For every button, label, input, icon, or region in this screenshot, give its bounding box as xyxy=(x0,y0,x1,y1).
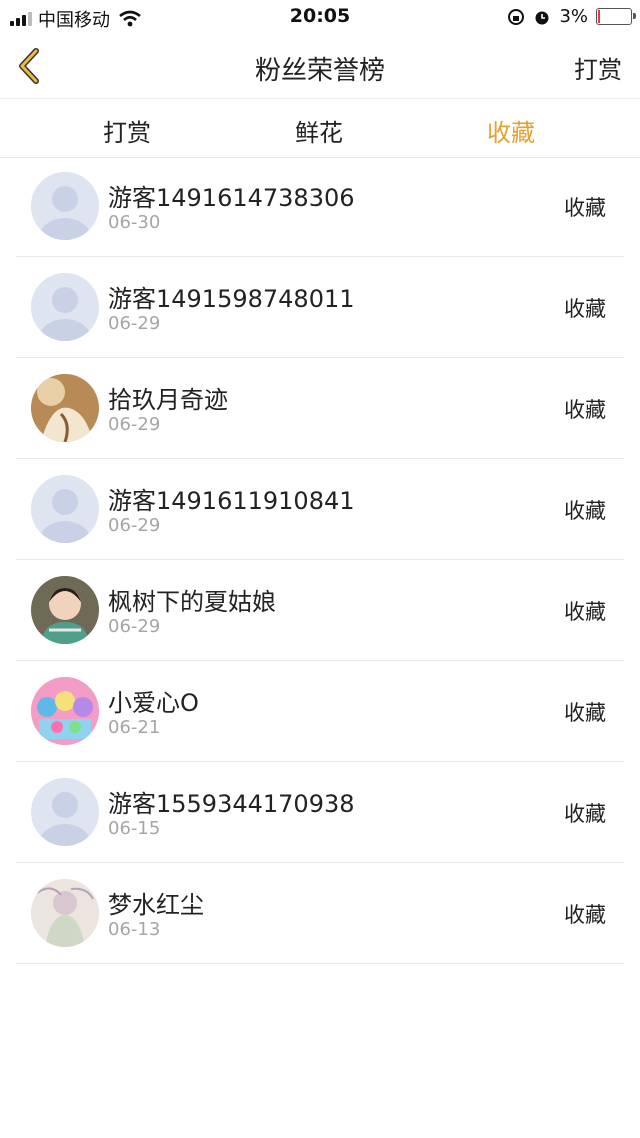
rotation-lock-icon xyxy=(508,8,525,25)
status-bar: 中国移动 20:05 3% xyxy=(0,0,640,34)
avatar xyxy=(31,576,99,644)
list-item[interactable]: 小爱心O 06-21 收藏 xyxy=(16,661,624,762)
fan-date: 06-15 xyxy=(108,818,161,839)
avatar xyxy=(31,879,99,947)
favorite-label: 收藏 xyxy=(564,600,606,624)
list-item[interactable]: 游客1491614738306 06-30 收藏 xyxy=(16,156,624,257)
favorite-label: 收藏 xyxy=(564,297,606,321)
favorite-label: 收藏 xyxy=(564,398,606,422)
tab-bar: 打赏 鲜花 收藏 xyxy=(0,98,640,158)
list-item[interactable]: 拾玖月奇迹 06-29 收藏 xyxy=(16,358,624,459)
default-user-icon xyxy=(31,172,99,240)
photo-avatar-image xyxy=(31,374,99,442)
fan-name: 游客1491611910841 xyxy=(108,487,355,515)
list-item[interactable]: 游客1559344170938 06-15 收藏 xyxy=(16,762,624,863)
avatar xyxy=(31,778,99,846)
fan-name: 游客1491598748011 xyxy=(108,285,355,313)
battery-icon xyxy=(596,8,636,25)
navigation-bar: 粉丝荣誉榜 打赏 xyxy=(0,34,640,98)
default-user-icon xyxy=(31,778,99,846)
avatar xyxy=(31,475,99,543)
fan-list: 游客1491614738306 06-30 收藏 游客1491598748011… xyxy=(0,156,640,964)
status-right: 3% xyxy=(507,6,636,27)
fan-name: 枫树下的夏姑娘 xyxy=(108,588,276,616)
fan-date: 06-30 xyxy=(108,212,161,233)
fan-date: 06-29 xyxy=(108,313,161,334)
tab-flowers[interactable]: 鲜花 xyxy=(295,113,343,148)
fan-name: 梦水红尘 xyxy=(108,891,204,919)
favorite-label: 收藏 xyxy=(564,499,606,523)
favorite-label: 收藏 xyxy=(564,196,606,220)
photo-avatar-image xyxy=(31,576,99,644)
fan-name: 拾玖月奇迹 xyxy=(108,386,228,414)
fan-name: 小爱心O xyxy=(108,689,199,717)
fan-date: 06-13 xyxy=(108,919,161,940)
fan-date: 06-21 xyxy=(108,717,161,738)
tab-favorites[interactable]: 收藏 xyxy=(487,113,535,148)
list-item[interactable]: 枫树下的夏姑娘 06-29 收藏 xyxy=(16,560,624,661)
page-title: 粉丝荣誉榜 xyxy=(254,56,385,86)
list-item[interactable]: 游客1491598748011 06-29 收藏 xyxy=(16,257,624,358)
reward-button[interactable]: 打赏 xyxy=(574,50,622,85)
default-user-icon xyxy=(31,475,99,543)
list-item[interactable]: 游客1491611910841 06-29 收藏 xyxy=(16,459,624,560)
avatar xyxy=(31,677,99,745)
photo-avatar-image xyxy=(31,879,99,947)
tab-reward[interactable]: 打赏 xyxy=(103,113,151,148)
alarm-icon xyxy=(535,11,549,24)
photo-avatar-image xyxy=(31,677,99,745)
list-item[interactable]: 梦水红尘 06-13 收藏 xyxy=(16,863,624,964)
default-user-icon xyxy=(31,273,99,341)
favorite-label: 收藏 xyxy=(564,903,606,927)
fan-name: 游客1491614738306 xyxy=(108,184,355,212)
favorite-label: 收藏 xyxy=(564,701,606,725)
battery-percent: 3% xyxy=(559,6,588,27)
fan-date: 06-29 xyxy=(108,414,161,435)
fan-date: 06-29 xyxy=(108,616,161,637)
fan-date: 06-29 xyxy=(108,515,161,536)
fan-name: 游客1559344170938 xyxy=(108,790,355,818)
avatar xyxy=(31,273,99,341)
avatar xyxy=(31,374,99,442)
avatar xyxy=(31,172,99,240)
favorite-label: 收藏 xyxy=(564,802,606,826)
